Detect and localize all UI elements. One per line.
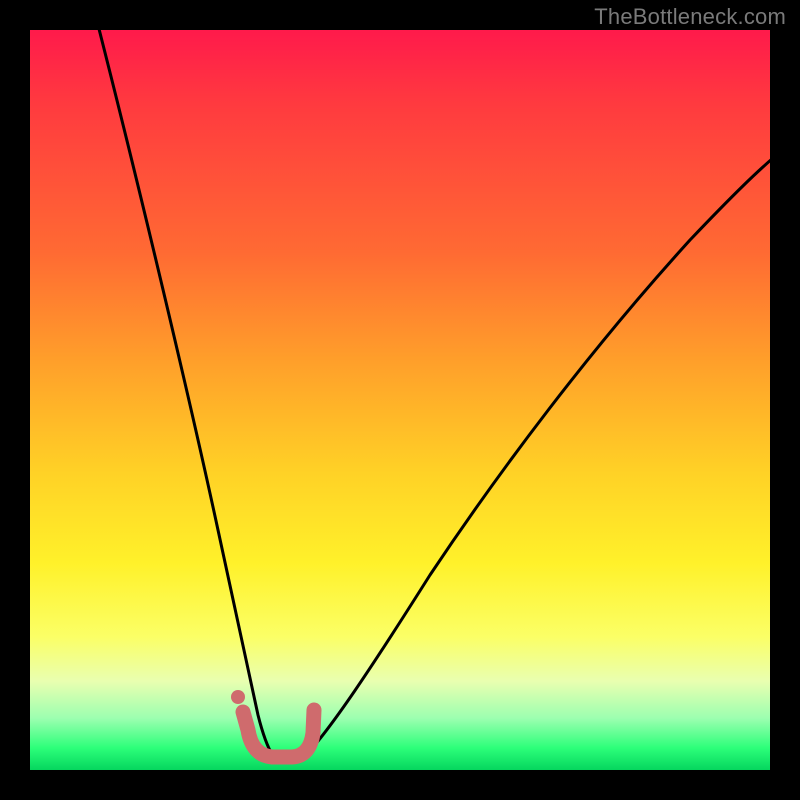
valley-highlight xyxy=(243,710,314,757)
watermark-text: TheBottleneck.com xyxy=(594,4,786,30)
curve-left-branch xyxy=(98,25,273,756)
plot-area xyxy=(30,30,770,770)
valley-highlight-dot xyxy=(231,690,245,704)
chart-svg xyxy=(30,30,770,770)
outer-frame: TheBottleneck.com xyxy=(0,0,800,800)
curve-right-branch xyxy=(305,148,785,756)
